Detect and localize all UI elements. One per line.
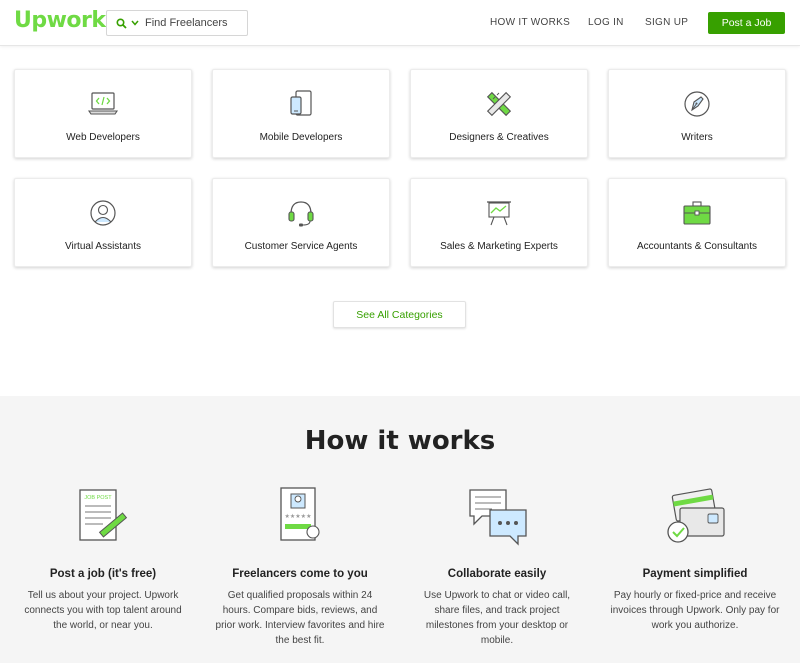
step-description: Get qualified proposals within 24 hours.… — [215, 590, 385, 646]
category-label: Mobile Developers — [259, 132, 343, 143]
search-icon[interactable] — [113, 15, 129, 31]
category-card-web-developers[interactable]: Web Developers — [14, 69, 192, 158]
post-a-job-button[interactable]: Post a Job — [708, 12, 785, 34]
step-title: Collaborate easily — [447, 568, 547, 580]
step-title: Freelancers come to you — [232, 568, 368, 580]
category-card-accountants-consultants[interactable]: Accountants & Consultants — [608, 178, 786, 267]
mobile-devices-icon — [290, 90, 312, 116]
pencil-ruler-icon — [486, 91, 512, 117]
category-card-mobile-developers[interactable]: Mobile Developers — [212, 69, 390, 158]
job-post-icon: JOB POST — [79, 489, 128, 541]
category-label: Web Developers — [66, 132, 140, 143]
category-label: Customer Service Agents — [244, 241, 358, 252]
step-description: Use Upwork to chat or video call, share … — [423, 590, 571, 646]
category-card-customer-service-agents[interactable]: Customer Service Agents — [212, 178, 390, 267]
payment-cards-icon — [667, 488, 725, 543]
pen-nib-icon — [684, 91, 710, 117]
category-label: Accountants & Consultants — [636, 241, 758, 252]
nav-sign-up[interactable]: SIGN UP — [645, 17, 688, 28]
category-card-designers-creatives[interactable]: Designers & Creatives — [410, 69, 588, 158]
category-label: Designers & Creatives — [449, 132, 549, 143]
section-title: How it works — [304, 426, 496, 456]
category-card-virtual-assistants[interactable]: Virtual Assistants — [14, 178, 192, 267]
category-label: Virtual Assistants — [65, 241, 141, 252]
category-label: Sales & Marketing Experts — [440, 241, 558, 252]
step-collaborate: Collaborate easily Use Upwork to chat or… — [412, 486, 582, 648]
how-it-works-section: How it works JOB POST Post a job (it's f… — [0, 396, 800, 663]
step-title: Payment simplified — [642, 568, 748, 580]
search-input[interactable] — [145, 17, 245, 29]
see-all-categories-button[interactable]: See All Categories — [333, 301, 466, 328]
nav-how-it-works[interactable]: HOW IT WORKS — [490, 17, 570, 28]
svg-text:★★★★★: ★★★★★ — [285, 513, 312, 520]
category-card-sales-marketing[interactable]: Sales & Marketing Experts — [410, 178, 588, 267]
step-title: Post a job (it's free) — [49, 568, 157, 580]
step-payment: Payment simplified Pay hourly or fixed-p… — [610, 486, 780, 633]
step-description: Tell us about your project. Upwork conne… — [24, 590, 182, 631]
top-header: Upwork HOW IT WORKS LOG IN SIGN UP Post … — [0, 0, 800, 46]
nav-log-in[interactable]: LOG IN — [588, 17, 624, 28]
presentation-chart-icon — [487, 201, 511, 226]
code-laptop-icon — [87, 92, 119, 115]
step-post-job: JOB POST Post a job (it's free) Tell us … — [18, 486, 188, 633]
job-post-badge: JOB POST — [84, 495, 112, 501]
upwork-logo[interactable]: Upwork — [14, 8, 106, 33]
step-description: Pay hourly or fixed-price and receive in… — [610, 590, 780, 631]
user-circle-icon — [90, 200, 116, 226]
search-bar[interactable] — [106, 10, 248, 36]
step-freelancers-come: ★★★★★ Freelancers come to you Get qualif… — [215, 486, 385, 648]
category-label: Writers — [681, 132, 713, 143]
category-card-writers[interactable]: Writers — [608, 69, 786, 158]
freelancer-profile-icon: ★★★★★ — [280, 487, 320, 541]
headset-icon — [288, 201, 314, 227]
briefcase-icon — [683, 201, 711, 225]
chevron-down-icon[interactable] — [131, 18, 141, 28]
chat-bubbles-icon — [469, 489, 527, 546]
